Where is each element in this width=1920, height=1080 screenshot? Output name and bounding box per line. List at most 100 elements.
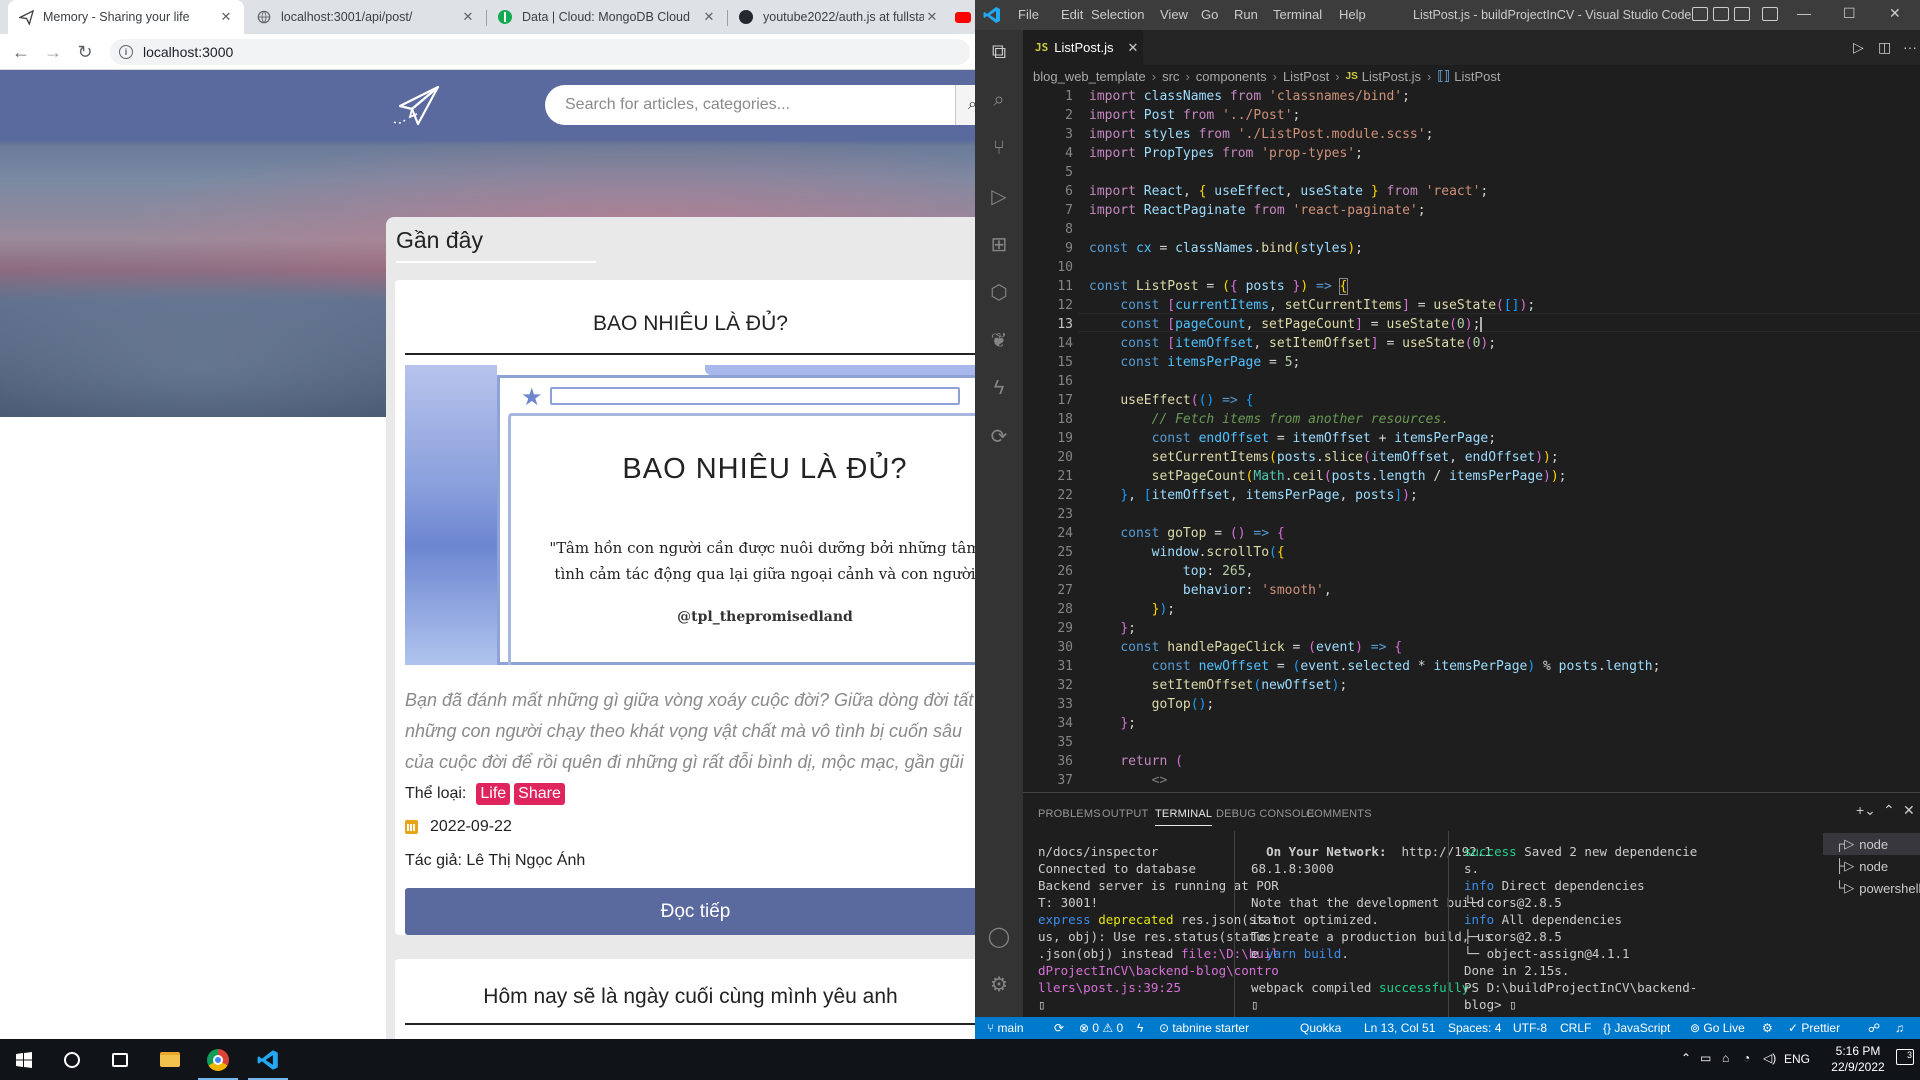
line-number[interactable]: 29: [1023, 621, 1073, 636]
address-bar[interactable]: i localhost:3000: [110, 39, 970, 65]
site-info-icon[interactable]: i: [119, 45, 133, 59]
explorer-icon[interactable]: ⧉: [987, 40, 1011, 64]
tab-api-post[interactable]: localhost:3001/api/post/ ✕: [246, 0, 486, 34]
terminal-item[interactable]: ├▷ node: [1823, 855, 1920, 877]
breadcrumb-item[interactable]: src: [1162, 69, 1179, 84]
line-number[interactable]: 30: [1023, 640, 1073, 655]
tab-memory[interactable]: Memory - Sharing your life ✕: [8, 0, 244, 34]
forward-icon[interactable]: →: [41, 40, 65, 64]
maximize-icon[interactable]: ☐: [1843, 5, 1856, 22]
line-number[interactable]: 15: [1023, 355, 1073, 370]
read-more-button[interactable]: Đọc tiếp: [405, 888, 975, 935]
code-line[interactable]: useEffect(() => {: [1089, 393, 1253, 408]
line-number[interactable]: 32: [1023, 678, 1073, 693]
search-input[interactable]: [565, 96, 975, 114]
chrome-icon[interactable]: [194, 1039, 242, 1080]
tab-github[interactable]: youtube2022/auth.js at fullstack ✕: [728, 0, 950, 34]
breadcrumb-item[interactable]: ListPost.js: [1362, 69, 1421, 84]
cursor-position[interactable]: Ln 13, Col 51: [1364, 1021, 1435, 1035]
quokka-status[interactable]: Quokka: [1300, 1021, 1341, 1035]
line-number[interactable]: 26: [1023, 564, 1073, 579]
code-line[interactable]: const [itemOffset, setItemOffset] = useS…: [1089, 336, 1496, 351]
code-line[interactable]: };: [1089, 621, 1136, 636]
problems-count[interactable]: ⊗ 0 ⚠ 0: [1079, 1021, 1123, 1035]
code-line[interactable]: const cx = classNames.bind(styles);: [1089, 241, 1363, 256]
code-line[interactable]: top: 265,: [1089, 564, 1253, 579]
line-number[interactable]: 2: [1023, 108, 1073, 123]
code-line[interactable]: const [pageCount, setPageCount] = useSta…: [1089, 317, 1483, 332]
prettier-status[interactable]: ✓ Prettier: [1788, 1021, 1840, 1035]
menu-help[interactable]: Help: [1339, 7, 1366, 22]
line-number[interactable]: 1: [1023, 89, 1073, 104]
search-circle-icon[interactable]: [48, 1039, 96, 1080]
tabnine-status[interactable]: ⊙ tabnine starter: [1159, 1021, 1249, 1035]
line-number[interactable]: 19: [1023, 431, 1073, 446]
close-tab-icon[interactable]: ✕: [701, 9, 717, 25]
line-number[interactable]: 25: [1023, 545, 1073, 560]
task-view-icon[interactable]: [96, 1039, 144, 1080]
account-icon[interactable]: ◯: [987, 924, 1011, 948]
live-share-icon[interactable]: ⟳: [987, 424, 1011, 448]
line-number[interactable]: 12: [1023, 298, 1073, 313]
reload-icon[interactable]: ↻: [73, 40, 97, 64]
paper-plane-logo-icon[interactable]: [390, 84, 442, 128]
close-tab-icon[interactable]: ✕: [924, 9, 940, 25]
code-line[interactable]: import Post from '../Post';: [1089, 108, 1300, 123]
split-editor-icon[interactable]: ◫: [1878, 39, 1891, 56]
line-number[interactable]: 11: [1023, 279, 1073, 294]
panel-tab-problems[interactable]: PROBLEMS: [1038, 808, 1101, 820]
lightning-icon[interactable]: ϟ: [1137, 1021, 1143, 1035]
tab-mongodb[interactable]: Data | Cloud: MongoDB Cloud ✕: [487, 0, 727, 34]
line-number[interactable]: 27: [1023, 583, 1073, 598]
line-number[interactable]: 33: [1023, 697, 1073, 712]
code-line[interactable]: import ReactPaginate from 'react-paginat…: [1089, 203, 1426, 218]
code-line[interactable]: goTop();: [1089, 697, 1215, 712]
code-line[interactable]: const goTop = () => {: [1089, 526, 1284, 541]
line-number[interactable]: 17: [1023, 393, 1073, 408]
notifications-bell-icon[interactable]: ♫: [1895, 1021, 1904, 1035]
maximize-panel-icon[interactable]: ⌃: [1883, 802, 1895, 819]
line-number[interactable]: 6: [1023, 184, 1073, 199]
terminal-item[interactable]: ┌▷ node: [1823, 833, 1920, 855]
line-number[interactable]: 18: [1023, 412, 1073, 427]
line-number[interactable]: 7: [1023, 203, 1073, 218]
line-number[interactable]: 8: [1023, 222, 1073, 237]
language-mode[interactable]: {} JavaScript: [1603, 1021, 1670, 1035]
line-number[interactable]: 21: [1023, 469, 1073, 484]
feedback-icon[interactable]: ☍: [1868, 1021, 1880, 1035]
code-line[interactable]: const itemsPerPage = 5;: [1089, 355, 1300, 370]
tab-youtube[interactable]: [950, 0, 975, 34]
remote-explorer-icon[interactable]: ⬡: [987, 280, 1011, 304]
search-button[interactable]: ⌕: [955, 85, 975, 125]
code-line[interactable]: const [currentItems, setCurrentItems] = …: [1089, 298, 1535, 313]
extensions-icon[interactable]: ⊞: [987, 232, 1011, 256]
run-code-icon[interactable]: ▷: [1853, 39, 1864, 56]
line-number[interactable]: 24: [1023, 526, 1073, 541]
line-number[interactable]: 14: [1023, 336, 1073, 351]
close-window-icon[interactable]: ✕: [1889, 5, 1901, 22]
search-icon[interactable]: ⌕: [987, 88, 1011, 112]
minimize-icon[interactable]: —: [1797, 5, 1811, 21]
code-line[interactable]: import styles from './ListPost.module.sc…: [1089, 127, 1433, 142]
close-tab-icon[interactable]: ✕: [1128, 40, 1139, 56]
code-line[interactable]: setPageCount(Math.ceil(posts.length / it…: [1089, 469, 1567, 484]
code-line[interactable]: import PropTypes from 'prop-types';: [1089, 146, 1363, 161]
breadcrumb-item[interactable]: components: [1196, 69, 1267, 84]
action-center-icon[interactable]: 3: [1896, 1049, 1914, 1065]
close-tab-icon[interactable]: ✕: [460, 9, 476, 25]
code-line[interactable]: behavior: 'smooth',: [1089, 583, 1332, 598]
panel-tab-debug-console[interactable]: DEBUG CONSOLE: [1216, 808, 1315, 820]
line-number[interactable]: 34: [1023, 716, 1073, 731]
more-actions-icon[interactable]: ···: [1903, 39, 1917, 55]
category-badge-share[interactable]: Share: [514, 783, 565, 805]
input-language[interactable]: ENG: [1784, 1052, 1810, 1066]
terminal-split-divider[interactable]: [1234, 831, 1235, 1018]
line-number[interactable]: 5: [1023, 165, 1073, 180]
menu-selection[interactable]: Selection: [1091, 7, 1144, 22]
line-number[interactable]: 16: [1023, 374, 1073, 389]
menu-edit[interactable]: Edit: [1061, 7, 1083, 22]
panel-tab-output[interactable]: OUTPUT: [1102, 808, 1148, 820]
git-branch[interactable]: ⑂ main: [987, 1021, 1024, 1035]
code-line[interactable]: });: [1089, 602, 1175, 617]
network-icon[interactable]: ⌂: [1722, 1051, 1729, 1065]
